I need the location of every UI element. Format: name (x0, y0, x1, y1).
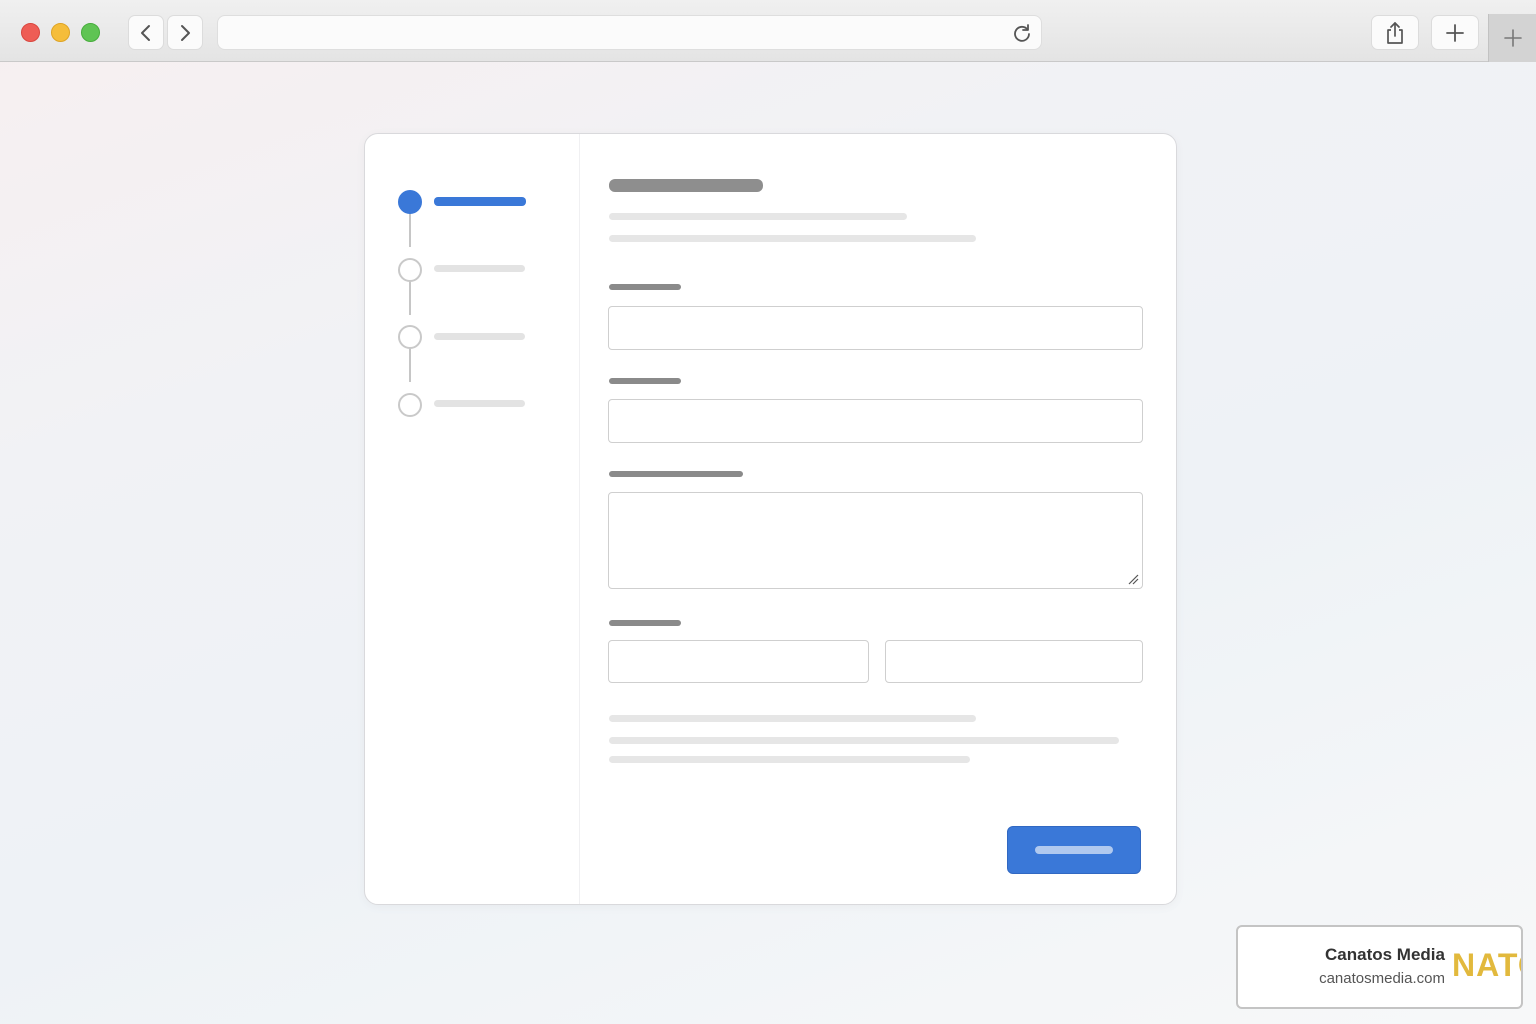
plus-icon (1503, 29, 1522, 47)
address-bar[interactable] (217, 15, 1042, 50)
minimize-window-button[interactable] (51, 23, 70, 42)
field-3-label (609, 471, 743, 477)
footnote-line (609, 756, 970, 763)
step-connector (409, 348, 411, 382)
step-1-indicator[interactable] (398, 190, 422, 214)
field-2-input[interactable] (608, 399, 1143, 443)
browser-toolbar (0, 0, 1536, 62)
form-description-line (609, 213, 907, 220)
plus-icon (1446, 23, 1464, 42)
field-1-input[interactable] (608, 306, 1143, 350)
resize-handle-icon[interactable] (1127, 573, 1139, 585)
step-1-label[interactable] (434, 197, 526, 206)
step-2-indicator[interactable] (398, 258, 422, 282)
footnote-line (609, 715, 976, 722)
footnote-line (609, 737, 1119, 744)
watermark-badge: Canatos Media canatosmedia.com NATO (1236, 925, 1523, 1009)
step-navigation (365, 134, 580, 904)
field-1-label (609, 284, 681, 290)
step-4-label[interactable] (434, 400, 525, 407)
step-connector (409, 281, 411, 315)
zoom-window-button[interactable] (81, 23, 100, 42)
watermark-logo: NATO (1452, 947, 1521, 983)
form-title (609, 179, 763, 192)
close-window-button[interactable] (21, 23, 40, 42)
new-tab-button[interactable] (1431, 15, 1479, 50)
share-icon (1387, 21, 1403, 44)
step-2-label[interactable] (434, 265, 525, 272)
form-description-line (609, 235, 976, 242)
chevron-right-icon (181, 24, 190, 41)
back-button[interactable] (128, 15, 164, 50)
step-3-label[interactable] (434, 333, 525, 340)
field-4-label (609, 620, 681, 626)
watermark-url: canatosmedia.com (1319, 970, 1445, 987)
field-2-label (609, 378, 681, 384)
forward-button[interactable] (167, 15, 203, 50)
reload-icon (1014, 24, 1030, 42)
field-4-input-left[interactable] (608, 640, 869, 683)
tab-overview-button[interactable] (1488, 14, 1536, 62)
button-label (1035, 846, 1113, 854)
watermark-name: Canatos Media (1325, 945, 1445, 964)
reload-button[interactable] (1011, 22, 1033, 44)
field-4-input-right[interactable] (885, 640, 1143, 683)
chevron-left-icon (141, 24, 150, 41)
step-4-indicator[interactable] (398, 393, 422, 417)
share-button[interactable] (1371, 15, 1419, 50)
step-3-indicator[interactable] (398, 325, 422, 349)
step-connector (409, 213, 411, 247)
field-3-textarea[interactable] (608, 492, 1143, 589)
form-wizard-card (364, 133, 1177, 905)
next-step-button[interactable] (1007, 826, 1141, 874)
